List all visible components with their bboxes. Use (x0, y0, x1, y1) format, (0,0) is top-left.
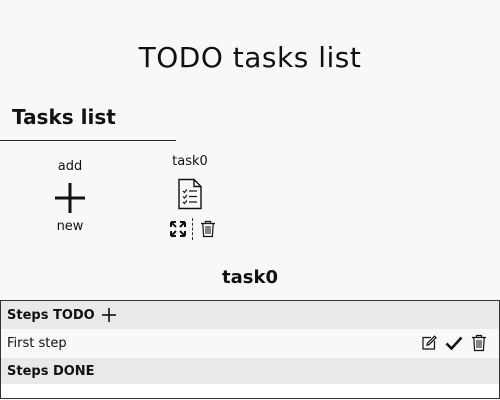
task-card: task0 (160, 152, 220, 242)
add-new-label-top: add (57, 159, 83, 174)
page-title: TODO tasks list (138, 41, 362, 74)
task-name[interactable]: task0 (160, 154, 220, 170)
expand-icon[interactable] (170, 221, 186, 237)
trash-icon[interactable] (471, 334, 487, 352)
add-new-task-button[interactable]: add new (40, 156, 100, 236)
step-row: First step (1, 329, 499, 358)
steps-done-label: Steps DONE (7, 363, 95, 379)
add-new-label-bottom: new (56, 219, 84, 234)
edit-icon[interactable] (421, 335, 437, 351)
plus-icon (55, 183, 85, 213)
step-actions (421, 334, 487, 352)
step-text: First step (7, 336, 67, 351)
trash-icon[interactable] (200, 220, 216, 238)
tasks-section-title: Tasks list (12, 105, 116, 129)
actions-divider (192, 218, 193, 240)
task-actions (168, 218, 218, 240)
section-divider (0, 140, 176, 141)
steps-panel: Steps TODO First step Steps DONE (0, 300, 500, 399)
steps-todo-label: Steps TODO (7, 307, 95, 323)
plus-icon[interactable] (101, 307, 117, 323)
check-icon[interactable] (445, 335, 463, 351)
steps-todo-header: Steps TODO (1, 301, 499, 329)
task-document-icon[interactable] (175, 178, 205, 210)
task-detail-title: task0 (222, 267, 278, 288)
steps-done-header: Steps DONE (1, 358, 499, 384)
